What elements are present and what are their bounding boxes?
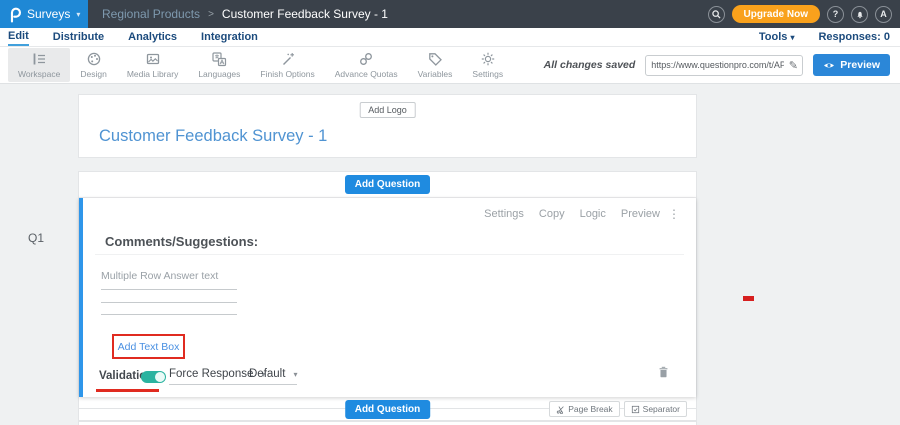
trash-icon — [657, 364, 670, 379]
tab-integration[interactable]: Integration — [201, 28, 258, 46]
preview-button[interactable]: Preview — [813, 54, 890, 76]
answer-row-3[interactable] — [101, 314, 237, 315]
annotation-red-underline — [96, 389, 159, 392]
translate-icon — [211, 51, 227, 67]
toolbar-item-finish-options[interactable]: Finish Options — [250, 48, 324, 82]
section-footer: Add Question Page Break — [79, 397, 696, 420]
search-button[interactable] — [708, 6, 725, 23]
toolbar-item-workspace[interactable]: Workspace — [8, 48, 70, 82]
question-settings-link[interactable]: Settings — [484, 208, 524, 220]
topbar-actions: Upgrade Now ? A — [708, 5, 900, 23]
survey-url-field[interactable]: https://www.questionpro.com/t/APNrfZ ✎ — [645, 55, 803, 76]
toggle-knob — [155, 372, 165, 382]
chevron-down-icon: ▾ — [76, 10, 80, 19]
question-preview-link[interactable]: Preview — [621, 208, 660, 220]
chevron-down-icon: ▾ — [790, 33, 794, 42]
more-options-icon[interactable]: ⋮ — [668, 207, 680, 221]
top-bar: Surveys ▾ Regional Products > Customer F… — [0, 0, 900, 28]
gear-icon — [480, 51, 496, 67]
question-menu: Settings Copy Logic Preview — [484, 208, 660, 220]
question-divider — [95, 254, 684, 255]
toolbar-item-media-library[interactable]: Media Library — [117, 48, 189, 82]
annotation-red-dash — [743, 296, 754, 301]
tab-analytics[interactable]: Analytics — [128, 28, 177, 46]
breadcrumb-survey-name: Customer Feedback Survey - 1 — [222, 7, 388, 21]
product-switcher[interactable]: Surveys ▾ — [0, 0, 88, 28]
editor-toolbar: Workspace Design Media Library — [0, 46, 900, 84]
edit-url-icon[interactable]: ✎ — [784, 59, 802, 72]
question-section: Add Question Settings Copy Logic Preview… — [78, 171, 697, 421]
page-break-button[interactable]: Page Break — [549, 401, 619, 417]
survey-title[interactable]: Customer Feedback Survey - 1 — [99, 127, 327, 146]
answer-row-1[interactable] — [101, 289, 237, 290]
wand-icon — [280, 51, 296, 67]
question-logic-link[interactable]: Logic — [580, 208, 606, 220]
toolbar-item-design[interactable]: Design — [70, 48, 116, 82]
palette-icon — [86, 51, 102, 67]
eye-icon — [823, 61, 835, 70]
add-text-box-link[interactable]: Add Text Box — [118, 341, 180, 353]
footer-buttons: Page Break Separator — [549, 401, 687, 417]
answer-placeholder[interactable]: Multiple Row Answer text — [101, 270, 218, 282]
breadcrumb-separator: > — [208, 9, 214, 20]
questionpro-logo-icon — [9, 6, 22, 23]
question-text[interactable]: Comments/Suggestions: — [105, 234, 258, 249]
tab-edit[interactable]: Edit — [8, 28, 29, 46]
tools-menu[interactable]: Tools ▾ — [759, 31, 795, 43]
product-label: Surveys — [27, 7, 70, 21]
toolbar-item-advance-quotas[interactable]: Advance Quotas — [325, 48, 408, 82]
links-icon — [358, 51, 374, 67]
toolbar-item-languages[interactable]: Languages — [188, 48, 250, 82]
annotation-red-box: Add Text Box — [112, 334, 185, 359]
answer-row-2[interactable] — [101, 302, 237, 303]
add-question-button-top[interactable]: Add Question — [345, 175, 431, 194]
question-copy-link[interactable]: Copy — [539, 208, 565, 220]
responses-link[interactable]: Responses: 0 — [818, 31, 890, 43]
workspace-icon — [31, 51, 47, 67]
delete-question-button[interactable] — [657, 364, 670, 384]
search-icon — [712, 10, 721, 19]
add-question-row-top: Add Question — [79, 172, 696, 198]
avatar[interactable]: A — [875, 6, 892, 23]
notifications-button[interactable] — [851, 6, 868, 23]
chevron-down-icon: ▾ — [293, 370, 297, 379]
validation-toggle[interactable] — [141, 371, 166, 383]
add-question-button-bottom[interactable]: Add Question — [345, 400, 431, 419]
breadcrumb: Regional Products > Customer Feedback Su… — [102, 7, 388, 21]
tag-icon — [427, 51, 443, 67]
survey-url: https://www.questionpro.com/t/APNrfZ — [646, 60, 784, 70]
toolbar-items: Workspace Design Media Library — [0, 48, 513, 82]
add-logo-button[interactable]: Add Logo — [359, 102, 416, 118]
image-icon — [145, 51, 161, 67]
save-status: All changes saved — [544, 59, 636, 71]
next-section-edge — [78, 421, 697, 425]
toolbar-right: All changes saved https://www.questionpr… — [544, 54, 900, 76]
checkbox-icon — [631, 405, 640, 414]
question-card: Settings Copy Logic Preview ⋮ Comments/S… — [79, 198, 696, 397]
survey-header-card: Add Logo Customer Feedback Survey - 1 — [78, 94, 697, 158]
separator-button[interactable]: Separator — [624, 401, 687, 417]
tab-distribute[interactable]: Distribute — [53, 28, 104, 46]
upgrade-button[interactable]: Upgrade Now — [732, 5, 820, 23]
nav-right: Tools ▾ Responses: 0 — [759, 31, 890, 43]
bell-icon — [855, 9, 865, 19]
default-dropdown[interactable]: Default ▾ — [249, 368, 297, 385]
survey-column: Add Logo Customer Feedback Survey - 1 Ad… — [78, 94, 697, 425]
breadcrumb-folder[interactable]: Regional Products — [102, 7, 200, 21]
toolbar-item-settings[interactable]: Settings — [462, 48, 513, 82]
scissors-icon — [556, 405, 565, 414]
questionpro-survey-editor: Surveys ▾ Regional Products > Customer F… — [0, 0, 900, 425]
survey-canvas: Q1 Add Logo Customer Feedback Survey - 1… — [0, 84, 900, 425]
toolbar-item-variables[interactable]: Variables — [408, 48, 463, 82]
survey-nav: Edit Distribute Analytics Integration To… — [0, 28, 900, 46]
question-number: Q1 — [28, 231, 44, 245]
help-button[interactable]: ? — [827, 6, 844, 23]
